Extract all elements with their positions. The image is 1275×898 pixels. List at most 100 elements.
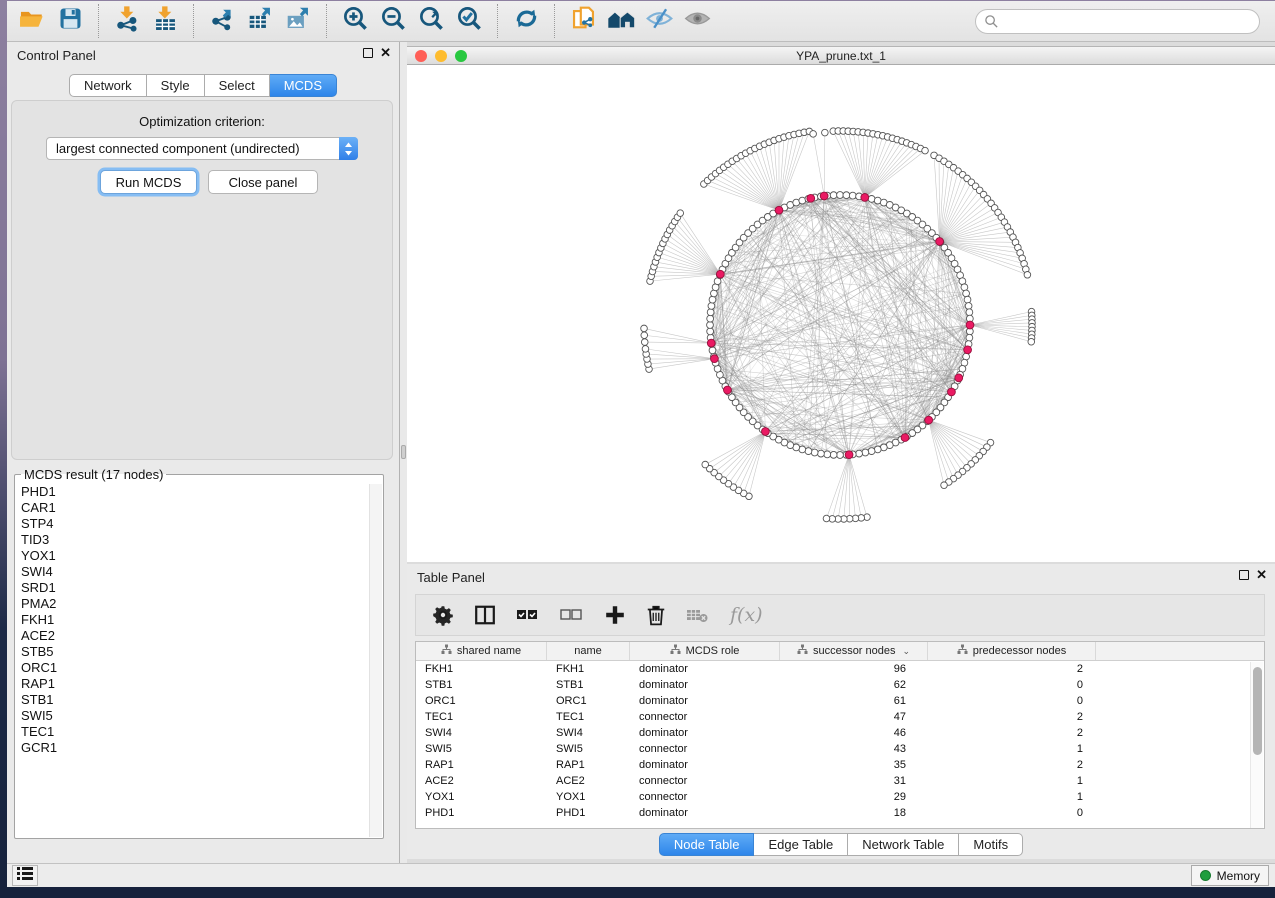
run-mcds-button[interactable]: Run MCDS	[100, 170, 197, 194]
table-row[interactable]: PHD1PHD1dominator180	[416, 805, 1264, 821]
import-table-icon	[152, 5, 179, 37]
hide-selection-button[interactable]	[643, 5, 675, 37]
column-label: predecessor nodes	[973, 645, 1067, 657]
mcds-result-item[interactable]: RAP1	[21, 676, 369, 692]
apply-layout-button[interactable]	[510, 5, 542, 37]
column-header-predecessor-nodes[interactable]: predecessor nodes	[928, 642, 1096, 660]
memory-button[interactable]: Memory	[1191, 865, 1269, 886]
mcds-result-item[interactable]: GCR1	[21, 740, 369, 756]
zoom-in-button[interactable]	[339, 5, 371, 37]
table-row[interactable]: SWI4SWI4dominator462	[416, 725, 1264, 741]
tab-network-table[interactable]: Network Table	[848, 833, 959, 856]
documents-share-icon	[570, 5, 597, 37]
clear-checkboxes-button[interactable]	[560, 602, 584, 628]
table-row[interactable]: SWI5SWI5connector431	[416, 741, 1264, 757]
zoom-selected-button[interactable]	[453, 5, 485, 37]
table-row[interactable]: RAP1RAP1dominator352	[416, 757, 1264, 773]
table-row[interactable]: FKH1FKH1dominator962	[416, 661, 1264, 677]
network-window-titlebar[interactable]: YPA_prune.txt_1	[407, 47, 1275, 65]
mcds-result-item[interactable]: TID3	[21, 532, 369, 548]
tab-style[interactable]: Style	[147, 74, 205, 97]
search-input[interactable]	[975, 9, 1260, 34]
column-settings-button[interactable]	[432, 602, 454, 628]
mcds-result-item[interactable]: TEC1	[21, 724, 369, 740]
table-row[interactable]: YOX1YOX1connector291	[416, 789, 1264, 805]
control-panel-title: Control Panel	[17, 48, 96, 63]
mcds-result-item[interactable]: YOX1	[21, 548, 369, 564]
tab-motifs[interactable]: Motifs	[959, 833, 1023, 856]
mcds-result-item[interactable]: STB1	[21, 692, 369, 708]
mcds-result-item[interactable]: PMA2	[21, 596, 369, 612]
cell-predecessor-nodes: 2	[928, 757, 1096, 773]
mcds-result-item[interactable]: STB5	[21, 644, 369, 660]
create-column-button[interactable]	[604, 602, 626, 628]
panel-splitter[interactable]	[400, 42, 407, 863]
zoom-fit-button[interactable]	[415, 5, 447, 37]
cell-mcds-role: dominator	[630, 757, 780, 773]
mcds-result-item[interactable]: SWI4	[21, 564, 369, 580]
cell-predecessor-nodes: 1	[928, 773, 1096, 789]
export-network-button[interactable]	[206, 5, 238, 37]
select-all-checkboxes-button[interactable]	[516, 602, 540, 628]
column-header-successor-nodes[interactable]: successor nodes⌄	[780, 642, 928, 660]
cell-filler	[1096, 805, 1264, 821]
mcds-result-list[interactable]: PHD1CAR1STP4TID3YOX1SWI4SRD1PMA2FKH1ACE2…	[16, 484, 369, 837]
close-panel-icon[interactable]: ✕	[380, 48, 391, 58]
zoom-out-button[interactable]	[377, 5, 409, 37]
import-network-button[interactable]	[111, 5, 143, 37]
open-session-button[interactable]	[16, 5, 48, 37]
delete-columns-button[interactable]	[646, 602, 666, 628]
mcds-result-item[interactable]: STP4	[21, 516, 369, 532]
export-table-button[interactable]	[244, 5, 276, 37]
mcds-result-item[interactable]: PHD1	[21, 484, 369, 500]
close-mcds-panel-button[interactable]: Close panel	[208, 170, 318, 194]
table-row[interactable]: ACE2ACE2connector311	[416, 773, 1264, 789]
close-window-icon[interactable]	[415, 50, 427, 62]
save-icon	[58, 6, 83, 36]
cell-mcds-role: dominator	[630, 805, 780, 821]
mcds-result-item[interactable]: FKH1	[21, 612, 369, 628]
show-panels-menu-button[interactable]	[12, 865, 38, 886]
network-view-window: YPA_prune.txt_1	[407, 46, 1275, 561]
show-all-button[interactable]	[681, 5, 713, 37]
float-table-panel-icon[interactable]	[1239, 570, 1249, 580]
splitter-handle-icon[interactable]	[401, 445, 406, 459]
mcds-result-item[interactable]: SRD1	[21, 580, 369, 596]
cell-name: PHD1	[547, 805, 630, 821]
mcds-result-item[interactable]: ORC1	[21, 660, 369, 676]
mcds-result-item[interactable]: ACE2	[21, 628, 369, 644]
column-header-shared-name[interactable]: shared name	[416, 642, 547, 660]
table-vertical-scrollbar[interactable]	[1250, 662, 1263, 828]
new-network-from-selection-button[interactable]	[567, 5, 599, 37]
table-toolbar: f(x)	[415, 594, 1265, 636]
column-header-name[interactable]: name	[547, 642, 630, 660]
table-row[interactable]: ORC1ORC1dominator610	[416, 693, 1264, 709]
close-table-panel-icon[interactable]: ✕	[1256, 570, 1267, 580]
table-row[interactable]: STB1STB1dominator620	[416, 677, 1264, 693]
tab-edge-table[interactable]: Edge Table	[754, 833, 848, 856]
tab-mcds[interactable]: MCDS	[270, 74, 337, 97]
mcds-list-scrollbar[interactable]	[369, 484, 382, 837]
mcds-result-item[interactable]: SWI5	[21, 708, 369, 724]
cell-shared-name: SWI4	[416, 725, 547, 741]
eye-slash-icon	[645, 5, 674, 37]
column-header-MCDS-role[interactable]: MCDS role	[630, 642, 780, 660]
mcds-result-item[interactable]: CAR1	[21, 500, 369, 516]
table-row[interactable]: TEC1TEC1connector472	[416, 709, 1264, 725]
tab-network[interactable]: Network	[69, 74, 147, 97]
maximize-window-icon[interactable]	[455, 50, 467, 62]
first-neighbors-button[interactable]	[605, 5, 637, 37]
tab-select[interactable]: Select	[205, 74, 270, 97]
optimization-criterion-select[interactable]: largest connected component (undirected)	[46, 137, 358, 160]
scrollbar-thumb[interactable]	[1253, 667, 1262, 755]
show-hide-columns-button[interactable]	[474, 602, 496, 628]
column-type-icon	[957, 644, 968, 658]
network-canvas[interactable]	[407, 66, 1275, 562]
import-table-button[interactable]	[149, 5, 181, 37]
cell-shared-name: PHD1	[416, 805, 547, 821]
export-image-button[interactable]	[282, 5, 314, 37]
tab-node-table[interactable]: Node Table	[659, 833, 755, 856]
float-panel-icon[interactable]	[363, 48, 373, 58]
minimize-window-icon[interactable]	[435, 50, 447, 62]
save-session-button[interactable]	[54, 5, 86, 37]
